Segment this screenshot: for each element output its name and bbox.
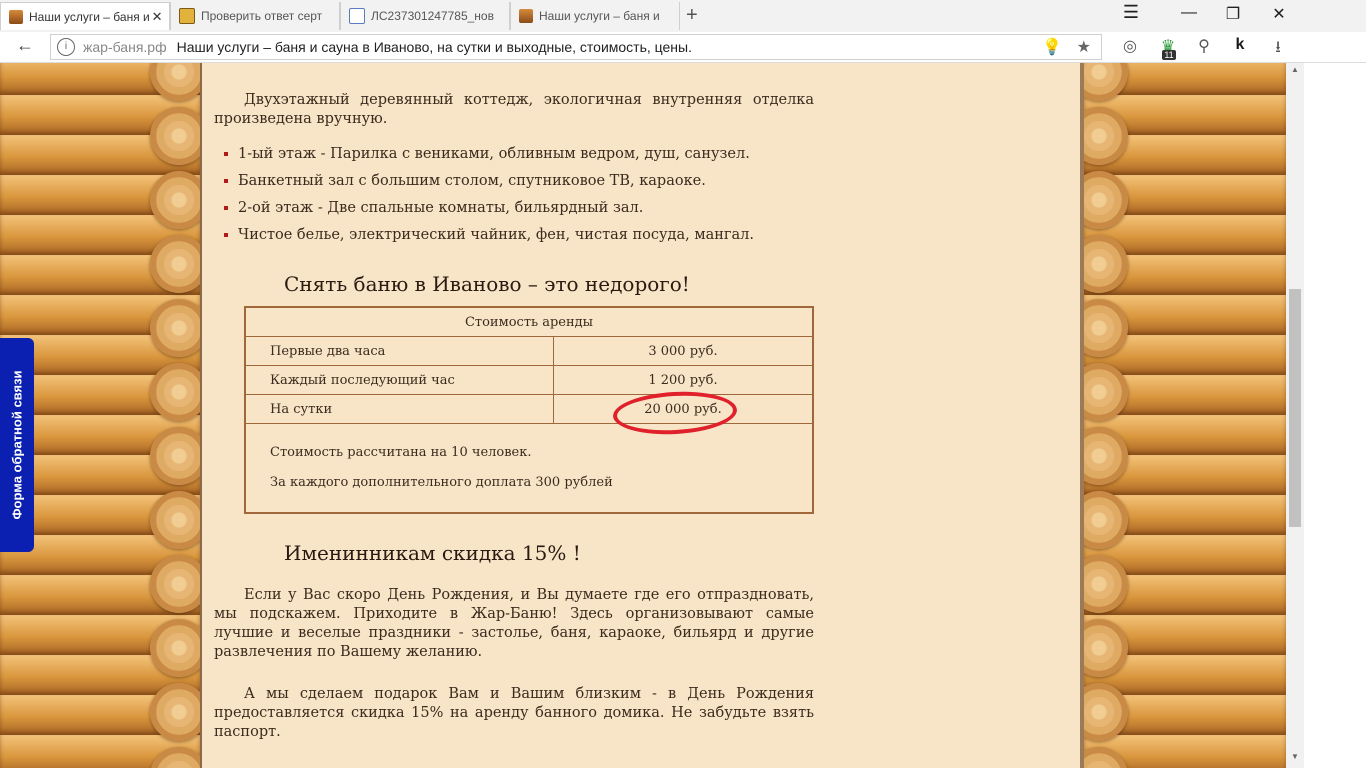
url-page-title: Наши услуги – баня и сауна в Иваново, на… (176, 39, 692, 55)
list-item: 1-ый этаж - Парилка с вениками, обливным… (218, 141, 754, 168)
gift-paragraph: А мы сделаем подарок Вам и Вашим близким… (214, 686, 814, 740)
tab-title: Проверить ответ серт (201, 9, 323, 23)
document-icon (179, 8, 195, 24)
note-text: Стоимость рассчитана на 10 человек. (270, 445, 532, 460)
flame-icon (9, 9, 23, 24)
tab-2[interactable]: Проверить ответ серт (170, 2, 340, 30)
table-row: Каждый последующий час 1 200 руб. (244, 365, 814, 395)
scroll-up-arrow-icon[interactable]: ▲ (1286, 65, 1304, 79)
birthday-heading: Именинникам скидка 15% ! (284, 541, 581, 565)
table-row: Первые два часа 3 000 руб. (244, 336, 814, 366)
new-tab-button[interactable]: + (686, 4, 698, 27)
file-icon (349, 8, 365, 24)
extension-icon[interactable]: ⚲ (1192, 36, 1216, 56)
back-arrow-icon[interactable]: ← (16, 35, 34, 56)
intro-paragraph: Двухэтажный деревянный коттедж, экологич… (214, 92, 814, 127)
row-label: Первые два часа (244, 336, 554, 366)
extension-icon[interactable]: k (1228, 36, 1252, 54)
bookmark-star-icon[interactable]: ★ (1077, 39, 1091, 56)
url-domain: жар-баня.рф (83, 39, 167, 55)
note-text: За каждого дополнительного доплата 300 р… (270, 475, 613, 490)
row-label: На сутки (244, 394, 554, 424)
lightbulb-icon[interactable]: 💡 (1042, 39, 1062, 56)
log-wall-right (1070, 63, 1286, 768)
table-header: Стоимость аренды (244, 306, 814, 337)
close-window-button[interactable]: ✕ (1264, 4, 1294, 24)
vertical-scrollbar[interactable]: ▲ ▼ (1286, 63, 1304, 768)
flame-icon (519, 9, 533, 23)
site-info-icon[interactable]: i (57, 38, 75, 56)
list-item: Банкетный зал с большим столом, спутнико… (218, 168, 754, 195)
birthday-paragraph: Если у Вас скоро День Рождения, и Вы дум… (214, 587, 814, 660)
tab-title: Наши услуги – баня и (539, 9, 660, 23)
tab-title: ЛС237301247785_нов (371, 9, 494, 23)
close-tab-icon[interactable]: ✕ (149, 9, 165, 25)
extension-badge: 11 (1162, 50, 1176, 60)
feedback-label: Форма обратной связи (9, 370, 25, 520)
download-icon[interactable]: ⭳ (1266, 36, 1290, 63)
price-heading: Снять баню в Иваново – это недорого! (284, 272, 690, 296)
row-value: 3 000 руб. (553, 336, 814, 366)
tab-4[interactable]: Наши услуги – баня и (510, 2, 680, 30)
menu-icon[interactable]: ☰ (1116, 2, 1146, 23)
row-value: 1 200 руб. (553, 365, 814, 395)
features-list: 1-ый этаж - Парилка с вениками, обливным… (218, 141, 754, 249)
tab-1[interactable]: Наши услуги – баня и ✕ (0, 2, 170, 30)
tab-title: Наши услуги – баня и (29, 9, 150, 24)
feedback-form-tab[interactable]: Форма обратной связи (0, 338, 34, 552)
minimize-button[interactable]: — (1174, 4, 1204, 22)
tab-strip: Наши услуги – баня и ✕ Проверить ответ с… (0, 0, 1366, 32)
list-item: 2-ой этаж - Две спальные комнаты, бильяр… (218, 195, 754, 222)
row-label: Каждый последующий час (244, 365, 554, 395)
address-bar[interactable]: i жар-баня.рф Наши услуги – баня и сауна… (50, 34, 1102, 60)
page-viewport: Двухэтажный деревянный коттедж, экологич… (0, 63, 1286, 768)
list-item: Чистое белье, электрический чайник, фен,… (218, 222, 754, 249)
content-panel: Двухэтажный деревянный коттедж, экологич… (200, 63, 1084, 768)
scroll-down-arrow-icon[interactable]: ▼ (1286, 752, 1304, 766)
tab-3[interactable]: ЛС237301247785_нов (340, 2, 510, 30)
maximize-button[interactable]: ❐ (1218, 4, 1248, 24)
extension-icon[interactable]: ◎ (1118, 36, 1142, 56)
scrollbar-thumb[interactable] (1289, 289, 1301, 527)
table-notes: Стоимость рассчитана на 10 человек. За к… (244, 423, 814, 514)
